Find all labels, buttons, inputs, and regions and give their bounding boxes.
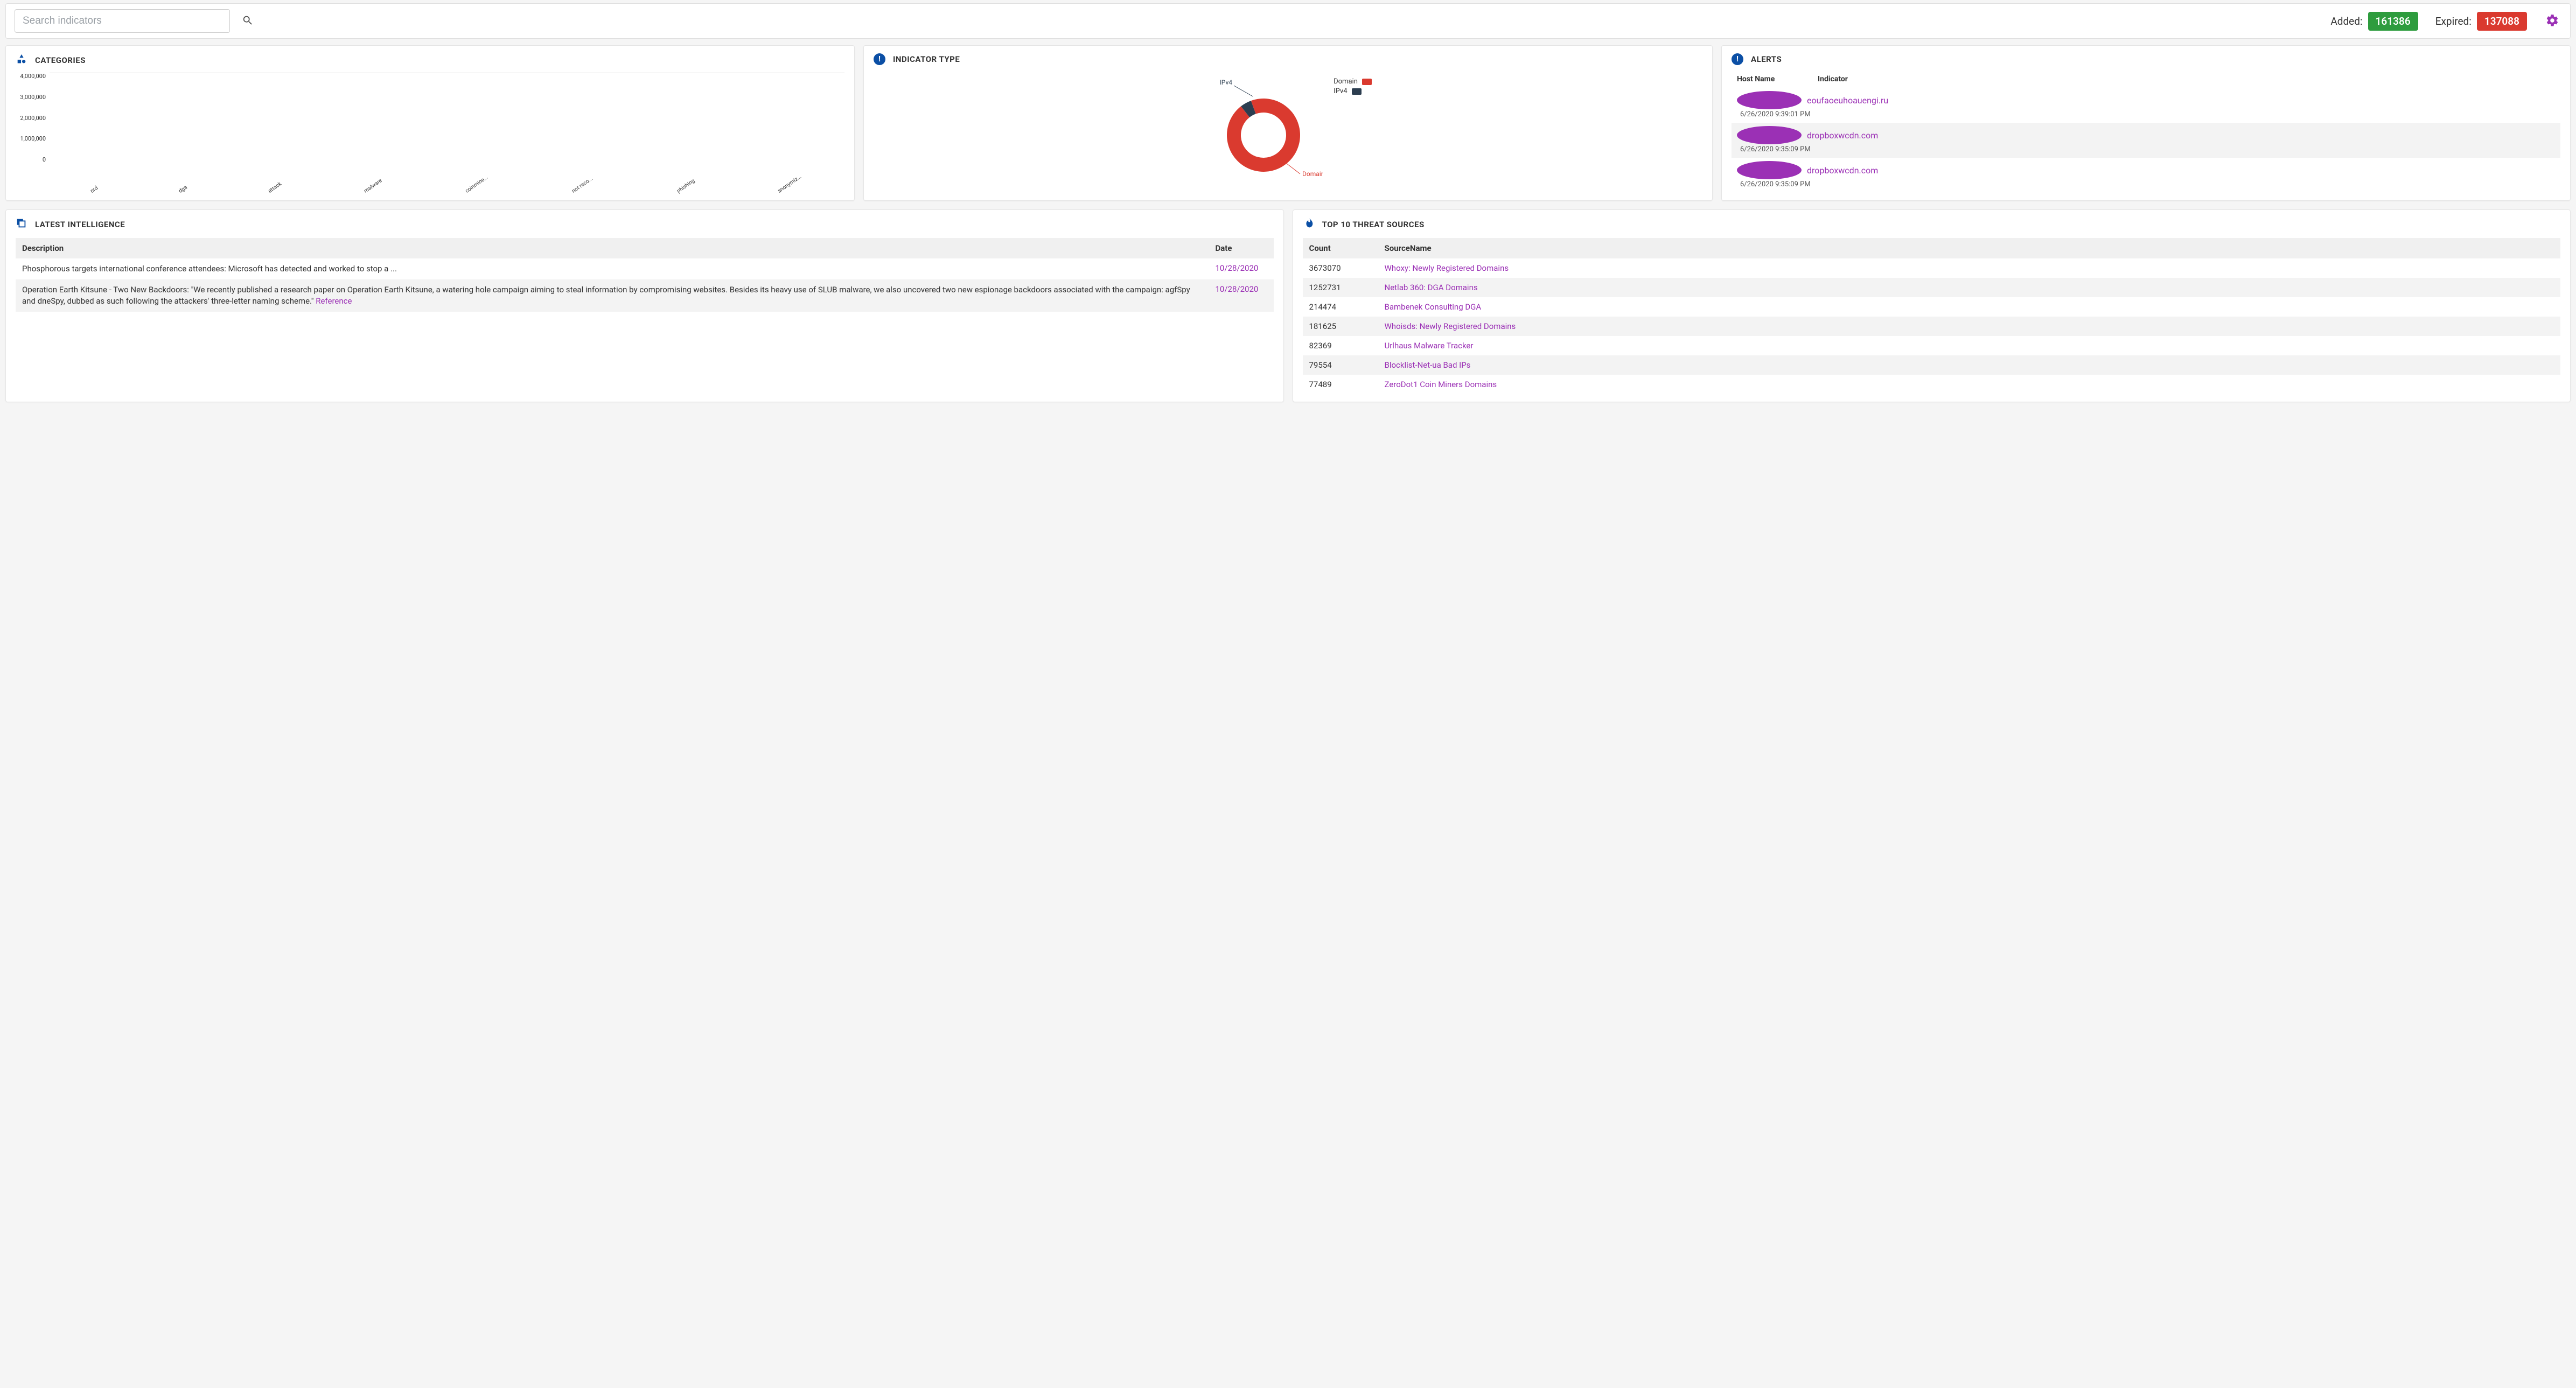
source-link[interactable]: Whoxy: Newly Registered Domains [1385, 263, 1509, 273]
source-row: 3673070 Whoxy: Newly Registered Domains [1303, 258, 2561, 278]
expired-label: Expired: [2435, 15, 2472, 27]
expired-badge: 137088 [2477, 12, 2527, 31]
source-row: 181625 Whoisds: Newly Registered Domains [1303, 317, 2561, 336]
top-bar: Added: 161386 Expired: 137088 [5, 3, 2571, 39]
intel-description: Phosphorous targets international confer… [16, 258, 1209, 279]
sources-head-source: SourceName [1378, 238, 2561, 258]
search-box [15, 9, 230, 33]
alert-icon: ! [1732, 53, 1743, 65]
donut-legend: Domain IPv4 [1334, 76, 1372, 97]
legend-domain-label: Domain [1334, 78, 1358, 86]
alert-indicator-link[interactable]: dropboxwcdn.com [1807, 130, 1878, 141]
intel-date-link[interactable]: 10/28/2020 [1216, 284, 1259, 294]
top-sources-title: TOP 10 THREAT SOURCES [1322, 220, 1425, 229]
indicator-type-card: ! INDICATOR TYPE IPv4 Domain Domain IPv4 [863, 45, 1713, 201]
source-row: 79554 Blocklist-Net-ua Bad IPs [1303, 355, 2561, 375]
shapes-icon [16, 53, 27, 67]
source-link[interactable]: ZeroDot1 Coin Miners Domains [1385, 380, 1497, 389]
sources-head-count: Count [1303, 238, 1378, 258]
source-count: 79554 [1303, 355, 1378, 375]
alerts-head-indicator: Indicator [1818, 75, 1848, 83]
intel-row: Operation Earth Kitsune - Two New Backdo… [16, 279, 1274, 312]
gear-icon [2545, 21, 2559, 29]
alert-indicator-link[interactable]: eoufaoeuhoauengi.ru [1807, 95, 1888, 106]
source-row: 1252731 Netlab 360: DGA Domains [1303, 278, 2561, 297]
source-count: 82369 [1303, 336, 1378, 355]
category-xlabel: not reco... [571, 176, 594, 194]
intel-row: Phosphorous targets international confer… [16, 258, 1274, 279]
intel-date: 10/28/2020 [1209, 258, 1274, 279]
intel-head-desc: Description [16, 238, 1209, 258]
search-button[interactable] [238, 10, 258, 32]
flame-icon [1303, 218, 1315, 232]
source-count: 3673070 [1303, 258, 1378, 278]
category-xlabel: phishing [676, 178, 696, 194]
donut-label-ipv4: IPv4 [1220, 79, 1233, 86]
alert-row: dropboxwcdn.com 6/26/2020 9:35:09 PM [1732, 158, 2560, 193]
donut-slice[interactable] [1227, 99, 1300, 172]
alert-row: dropboxwcdn.com 6/26/2020 9:35:09 PM [1732, 123, 2560, 158]
source-row: 214474 Bambenek Consulting DGA [1303, 297, 2561, 317]
source-link[interactable]: Whoisds: Newly Registered Domains [1385, 321, 1516, 331]
source-count: 1252731 [1303, 278, 1378, 297]
source-count: 181625 [1303, 317, 1378, 336]
reference-link[interactable]: Reference [316, 296, 352, 306]
alert-timestamp: 6/26/2020 9:35:09 PM [1737, 144, 2555, 157]
source-row: 82369 Urlhaus Malware Tracker [1303, 336, 2561, 355]
category-xlabel: dga [178, 184, 189, 194]
donut-chart: IPv4 Domain [1204, 76, 1323, 184]
top-sources-card: TOP 10 THREAT SOURCES Count SourceName 3… [1293, 209, 2571, 402]
intel-date-link[interactable]: 10/28/2020 [1216, 263, 1259, 273]
alert-indicator-link[interactable]: dropboxwcdn.com [1807, 165, 1878, 176]
host-redacted [1737, 126, 1802, 144]
indicator-type-title: INDICATOR TYPE [893, 54, 960, 64]
info-icon: ! [874, 53, 885, 65]
source-link[interactable]: Bambenek Consulting DGA [1385, 302, 1482, 312]
category-xlabel: attack [267, 181, 283, 194]
category-xlabel: coinmine... [464, 174, 489, 194]
search-icon [242, 20, 254, 28]
intel-head-date: Date [1209, 238, 1274, 258]
category-xlabel: nrd [89, 185, 99, 194]
alerts-head-host: Host Name [1737, 75, 1818, 83]
legend-ipv4-label: IPv4 [1334, 87, 1347, 95]
added-label: Added: [2330, 15, 2362, 27]
layers-icon [16, 218, 27, 232]
source-link[interactable]: Urlhaus Malware Tracker [1385, 341, 1474, 350]
alerts-title: ALERTS [1751, 54, 1782, 64]
latest-intel-card: LATEST INTELLIGENCE Description Date Pho… [5, 209, 1284, 402]
category-xlabel: anonymiz... [777, 174, 802, 194]
host-redacted [1737, 161, 1802, 179]
source-link[interactable]: Netlab 360: DGA Domains [1385, 283, 1478, 292]
source-count: 77489 [1303, 375, 1378, 394]
source-row: 77489 ZeroDot1 Coin Miners Domains [1303, 375, 2561, 394]
intel-description: Operation Earth Kitsune - Two New Backdo… [16, 279, 1209, 312]
alert-timestamp: 6/26/2020 9:39:01 PM [1737, 109, 2555, 122]
categories-card: CATEGORIES 4,000,0003,000,0002,000,0001,… [5, 45, 855, 201]
added-badge: 161386 [2368, 12, 2418, 31]
categories-chart: 4,000,0003,000,0002,000,0001,000,0000 nr… [16, 73, 844, 180]
alert-row: eoufaoeuhoauengi.ru 6/26/2020 9:39:01 PM [1732, 88, 2560, 123]
settings-button[interactable] [2543, 11, 2561, 31]
alerts-card: ! ALERTS Host Name Indicator eoufaoeuhoa… [1721, 45, 2571, 201]
host-redacted [1737, 91, 1802, 109]
intel-date: 10/28/2020 [1209, 279, 1274, 312]
latest-intel-title: LATEST INTELLIGENCE [35, 220, 125, 229]
alert-timestamp: 6/26/2020 9:35:09 PM [1737, 179, 2555, 192]
source-count: 214474 [1303, 297, 1378, 317]
stats: Added: 161386 Expired: 137088 [2330, 12, 2527, 31]
search-input[interactable] [15, 9, 230, 33]
category-xlabel: malware [363, 178, 383, 194]
categories-title: CATEGORIES [35, 55, 86, 65]
source-link[interactable]: Blocklist-Net-ua Bad IPs [1385, 360, 1471, 370]
donut-label-domain: Domain [1302, 170, 1323, 178]
